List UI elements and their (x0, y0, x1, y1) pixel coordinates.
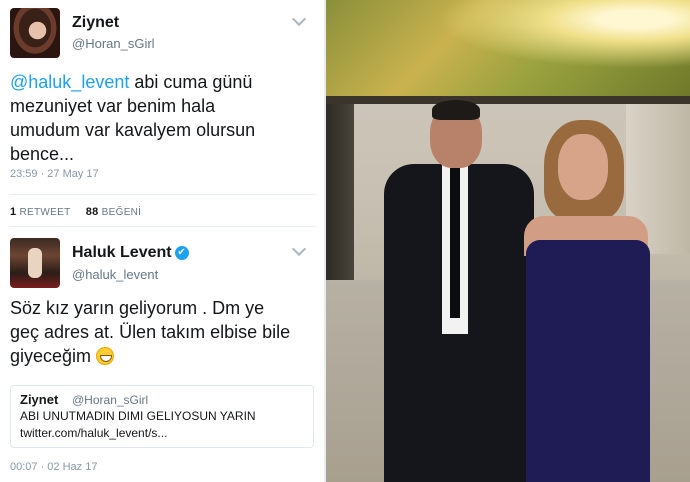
man-hair (432, 100, 480, 120)
tweet-text-line: geç adres at. Ülen takım elbise bile (10, 322, 291, 342)
author-handle[interactable]: @Horan_sGirl (72, 36, 155, 51)
tweet-body: @haluk_levent abi cuma günü mezuniyet va… (10, 70, 316, 166)
avatar[interactable] (10, 8, 60, 58)
author-handle[interactable]: @haluk_levent (72, 267, 158, 282)
woman-face (558, 134, 608, 200)
divider (10, 226, 316, 227)
quoted-tweet-text: ABI UNUTMADIN DIMI GELIYOSUN YARIN (20, 409, 256, 423)
tweet-timestamp[interactable]: 00:07 · 02 Haz 17 (10, 461, 97, 473)
retweet-count[interactable]: 1 (10, 206, 16, 218)
wall-painting (326, 0, 690, 96)
author-name-row: Haluk Levent ✔ (72, 244, 189, 262)
quoted-tweet-link[interactable]: twitter.com/haluk_levent/s... (20, 426, 167, 440)
retweet-label[interactable]: RETWEET (20, 207, 71, 218)
man-tie (450, 168, 460, 318)
tweet-text-line: abi cuma günü (129, 72, 253, 92)
author-name[interactable]: Haluk Levent (72, 244, 172, 261)
like-label[interactable]: BEĞENİ (102, 207, 142, 218)
chevron-down-icon[interactable] (291, 241, 307, 257)
man-figure (384, 100, 534, 482)
tweet-panel: Ziynet @Horan_sGirl @haluk_levent abi cu… (0, 0, 324, 482)
tweet-body: Söz kız yarın geliyorum . Dm ye geç adre… (10, 296, 320, 368)
avatar[interactable] (10, 238, 60, 288)
quoted-author-handle: @Horan_sGirl (72, 393, 149, 407)
quoted-tweet-card[interactable]: Ziynet @Horan_sGirl ABI UNUTMADIN DIMI G… (10, 385, 314, 448)
photo (326, 0, 690, 482)
tweet-text-line: umudum var kavalyem olursun (10, 120, 256, 140)
like-count[interactable]: 88 (86, 206, 99, 218)
verified-badge-icon: ✔ (174, 246, 189, 260)
woman-dress (526, 240, 650, 482)
chevron-down-icon[interactable] (291, 11, 307, 27)
tweet-text-line: mezuniyet var benim hala (10, 96, 216, 116)
tweet-text-line: bence... (10, 144, 75, 164)
tweet-stats: 1 RETWEET 88 BEĞENİ (10, 206, 141, 218)
mention-link[interactable]: @haluk_levent (10, 72, 129, 92)
author-name[interactable]: Ziynet (72, 14, 119, 32)
grinning-face-icon (96, 347, 115, 365)
quoted-author-name: Ziynet (20, 392, 59, 407)
woman-figure (516, 120, 656, 482)
tweet-text-line: Söz kız yarın geliyorum . Dm ye (10, 298, 265, 318)
tweet-timestamp[interactable]: 23:59 · 27 May 17 (10, 168, 99, 180)
tweet-text-line: giyeceğim (10, 346, 92, 366)
tweet1-header: Ziynet @Horan_sGirl (10, 8, 316, 58)
divider (10, 194, 316, 195)
